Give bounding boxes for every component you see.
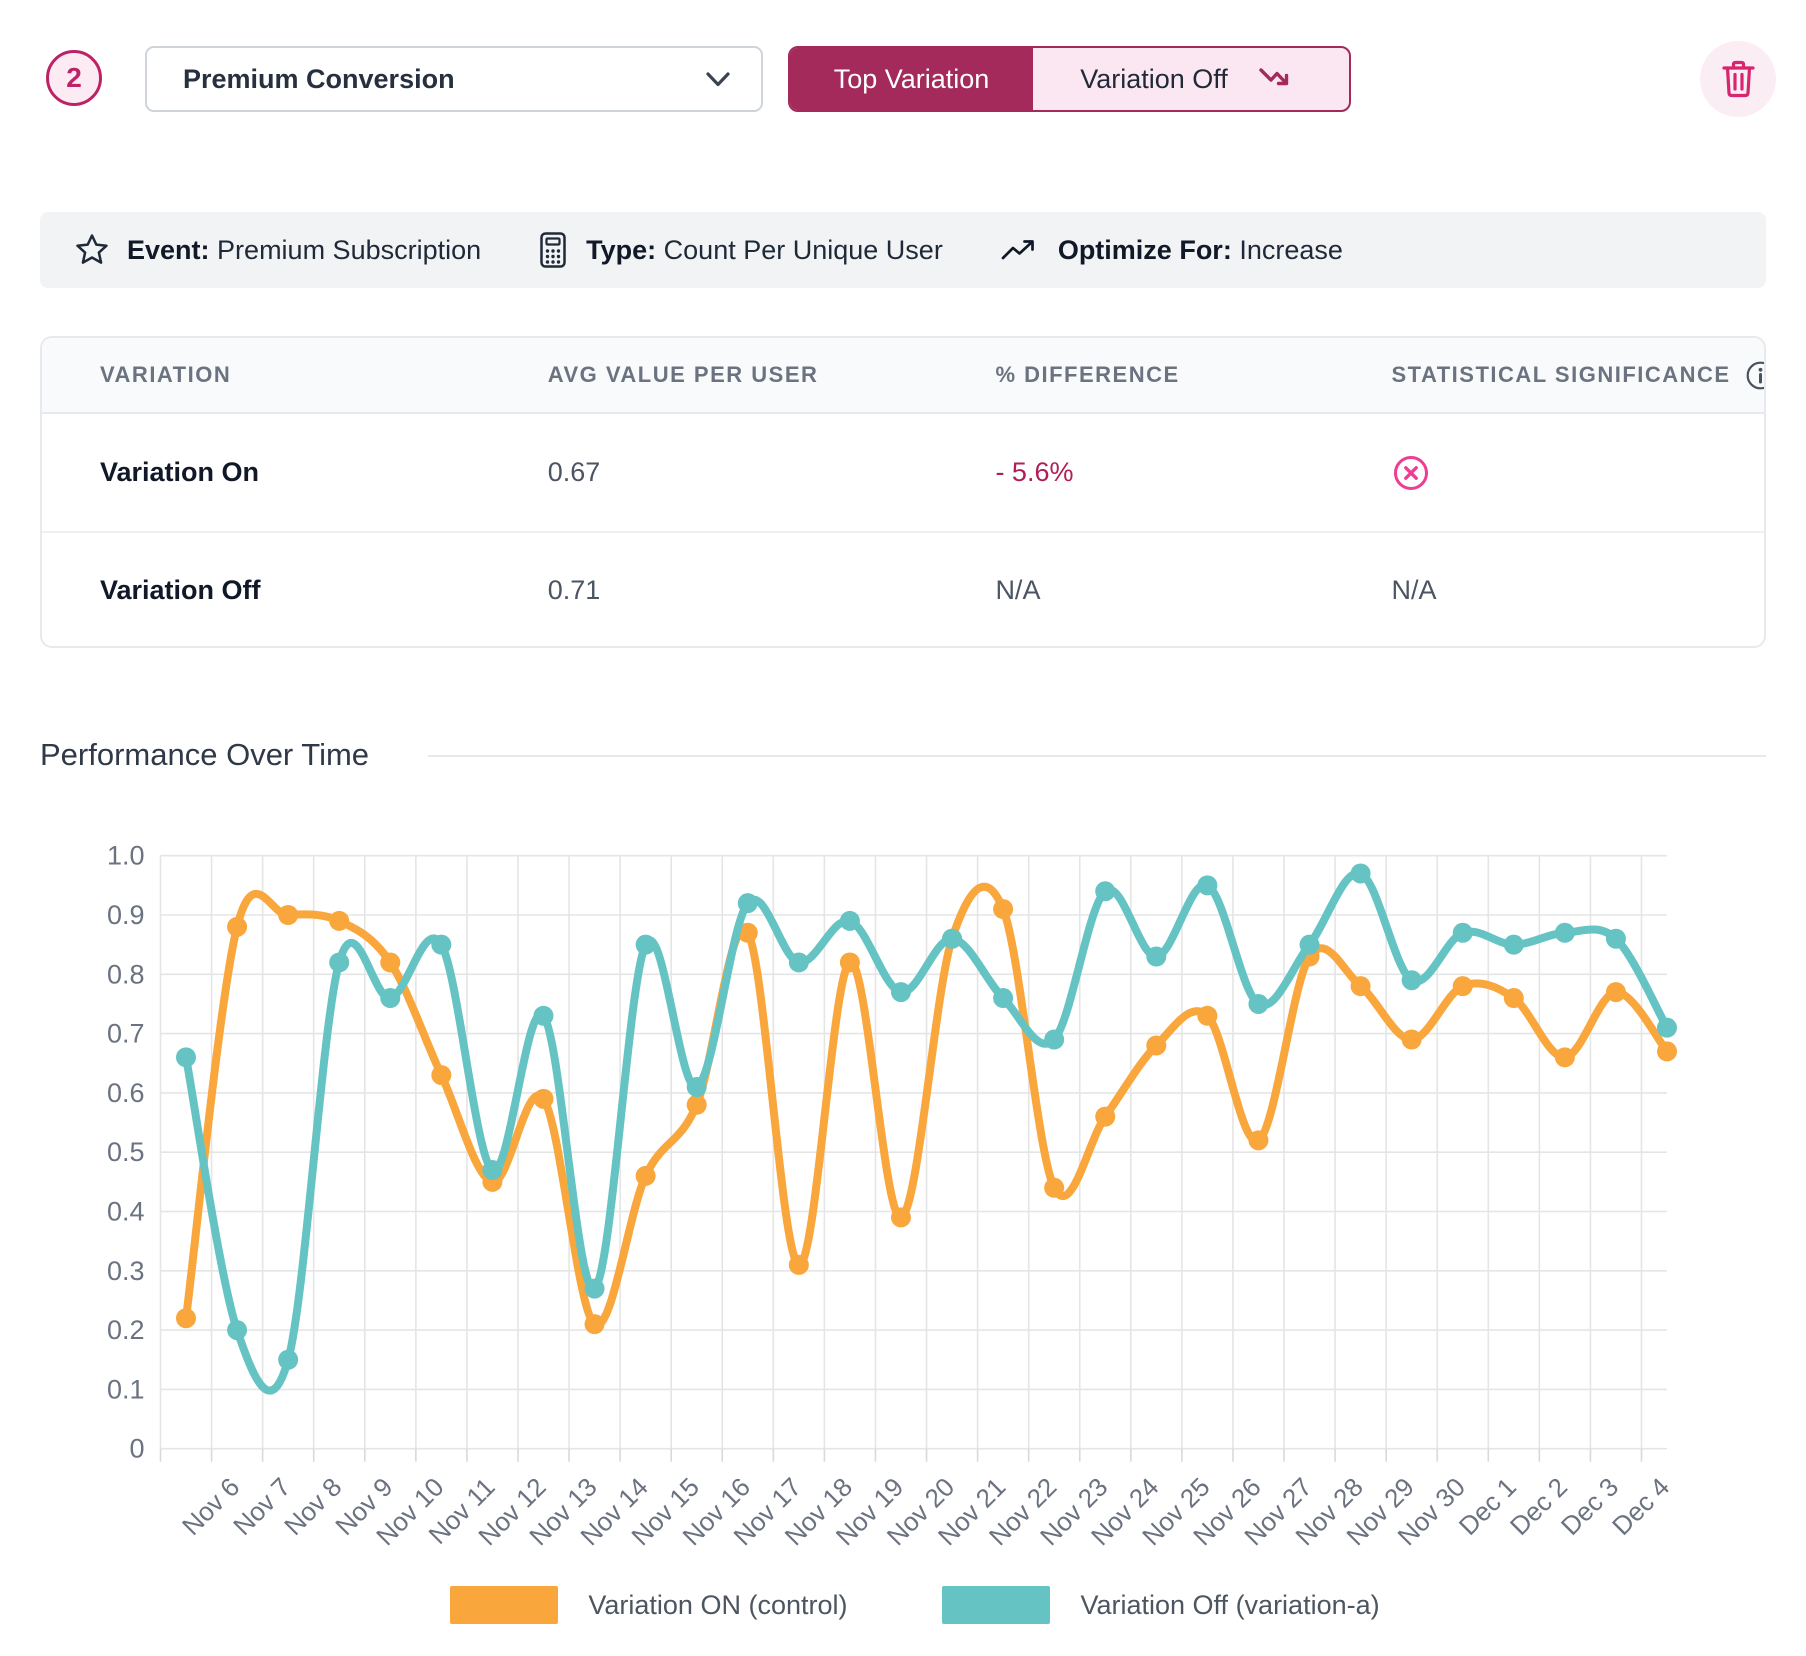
- star-icon: [74, 232, 110, 268]
- legend-item-variation-off[interactable]: Variation Off (variation-a): [942, 1586, 1379, 1624]
- trash-icon: [1720, 58, 1757, 100]
- event-info: Event: Premium Subscription: [74, 232, 481, 268]
- metric-info-bar: Event: Premium Subscription Type: Count …: [40, 212, 1766, 288]
- calculator-icon: [537, 231, 569, 269]
- col-variation: VARIATION: [42, 362, 490, 388]
- svg-text:0.5: 0.5: [107, 1137, 145, 1167]
- row0-difference: - 5.6%: [937, 457, 1333, 488]
- svg-text:Dec 2: Dec 2: [1504, 1472, 1573, 1541]
- top-variation-button[interactable]: Top Variation: [790, 48, 1033, 110]
- legend-label-variation-off: Variation Off (variation-a): [1080, 1590, 1379, 1621]
- x-axis-labels: Nov 6Nov 7Nov 8Nov 9Nov 10Nov 11Nov 12No…: [176, 1472, 1675, 1551]
- svg-text:Dec 1: Dec 1: [1453, 1472, 1522, 1541]
- legend-item-variation-on[interactable]: Variation ON (control): [450, 1586, 847, 1624]
- table-row-variation-on: Variation On 0.67 - 5.6%: [42, 414, 1764, 531]
- svg-text:0: 0: [129, 1434, 144, 1464]
- row1-difference: N/A: [937, 575, 1333, 606]
- svg-text:0.8: 0.8: [107, 959, 145, 989]
- col-significance: STATISTICAL SIGNIFICANCE: [1333, 360, 1764, 391]
- svg-text:0.2: 0.2: [107, 1315, 145, 1345]
- svg-text:Nov 6: Nov 6: [176, 1472, 245, 1541]
- chart-section-header: Performance Over Time: [40, 737, 1766, 777]
- info-icon[interactable]: [1745, 360, 1766, 391]
- svg-text:0.7: 0.7: [107, 1019, 145, 1049]
- delete-metric-button[interactable]: [1700, 41, 1776, 117]
- col-avg-value: AVG VALUE PER USER: [490, 362, 938, 388]
- svg-text:Dec 3: Dec 3: [1555, 1472, 1624, 1541]
- trending-down-icon: [1256, 64, 1302, 94]
- col-significance-label: STATISTICAL SIGNIFICANCE: [1391, 362, 1730, 388]
- trending-up-icon: [999, 237, 1041, 263]
- chevron-down-icon: [705, 71, 731, 88]
- metric-dropdown-value: Premium Conversion: [183, 64, 455, 95]
- svg-text:0.9: 0.9: [107, 900, 145, 930]
- legend-swatch-orange: [450, 1586, 558, 1624]
- variation-off-button[interactable]: Variation Off: [1033, 48, 1349, 110]
- svg-text:Nov 8: Nov 8: [278, 1472, 347, 1541]
- experiment-metric-panel: 2 Premium Conversion Top Variation Varia…: [0, 0, 1806, 1656]
- optimize-label: Optimize For:: [1058, 235, 1232, 265]
- page-title: Performance Over Time: [40, 737, 369, 773]
- results-table: VARIATION AVG VALUE PER USER % DIFFERENC…: [40, 336, 1766, 648]
- svg-text:0.1: 0.1: [107, 1374, 145, 1404]
- table-row-variation-off: Variation Off 0.71 N/A N/A: [42, 531, 1764, 648]
- row1-avg-value: 0.71: [490, 575, 938, 606]
- section-divider: [428, 755, 1766, 757]
- svg-text:0.4: 0.4: [107, 1197, 145, 1227]
- results-table-header: VARIATION AVG VALUE PER USER % DIFFERENC…: [42, 338, 1764, 414]
- row0-significance: [1333, 453, 1764, 493]
- optimize-value: Increase: [1239, 235, 1343, 265]
- svg-text:0.3: 0.3: [107, 1256, 145, 1286]
- metric-dropdown[interactable]: Premium Conversion: [145, 46, 763, 112]
- row1-variation: Variation Off: [42, 575, 490, 606]
- row0-variation: Variation On: [42, 457, 490, 488]
- x-circle-icon: [1391, 453, 1764, 493]
- type-label: Type:: [586, 235, 656, 265]
- svg-text:0.6: 0.6: [107, 1078, 145, 1108]
- event-label: Event:: [127, 235, 210, 265]
- svg-text:1.0: 1.0: [107, 845, 145, 871]
- optimize-info: Optimize For: Increase: [999, 235, 1343, 266]
- variation-toggle: Top Variation Variation Off: [788, 46, 1351, 112]
- performance-chart: 1.00.90.80.70.60.50.40.30.20.10Nov 6Nov …: [40, 845, 1766, 1590]
- svg-text:Nov 7: Nov 7: [227, 1472, 296, 1541]
- type-info: Type: Count Per Unique User: [537, 231, 943, 269]
- y-axis-labels: 1.0 0.9 0.8 0.7 0.6 0.5 0.4 0.3 0.2 0.1 0: [107, 845, 145, 1464]
- col-difference: % DIFFERENCE: [937, 362, 1333, 388]
- chart-legend: Variation ON (control) Variation Off (va…: [160, 1586, 1670, 1624]
- row0-avg-value: 0.67: [490, 457, 938, 488]
- event-value: Premium Subscription: [217, 235, 481, 265]
- svg-text:Dec 4: Dec 4: [1606, 1472, 1675, 1541]
- metric-index-badge: 2: [46, 50, 102, 106]
- legend-label-variation-on: Variation ON (control): [588, 1590, 847, 1621]
- row1-significance: N/A: [1333, 575, 1764, 606]
- legend-swatch-teal: [942, 1586, 1050, 1624]
- type-value: Count Per Unique User: [664, 235, 943, 265]
- variation-off-label: Variation Off: [1080, 64, 1228, 95]
